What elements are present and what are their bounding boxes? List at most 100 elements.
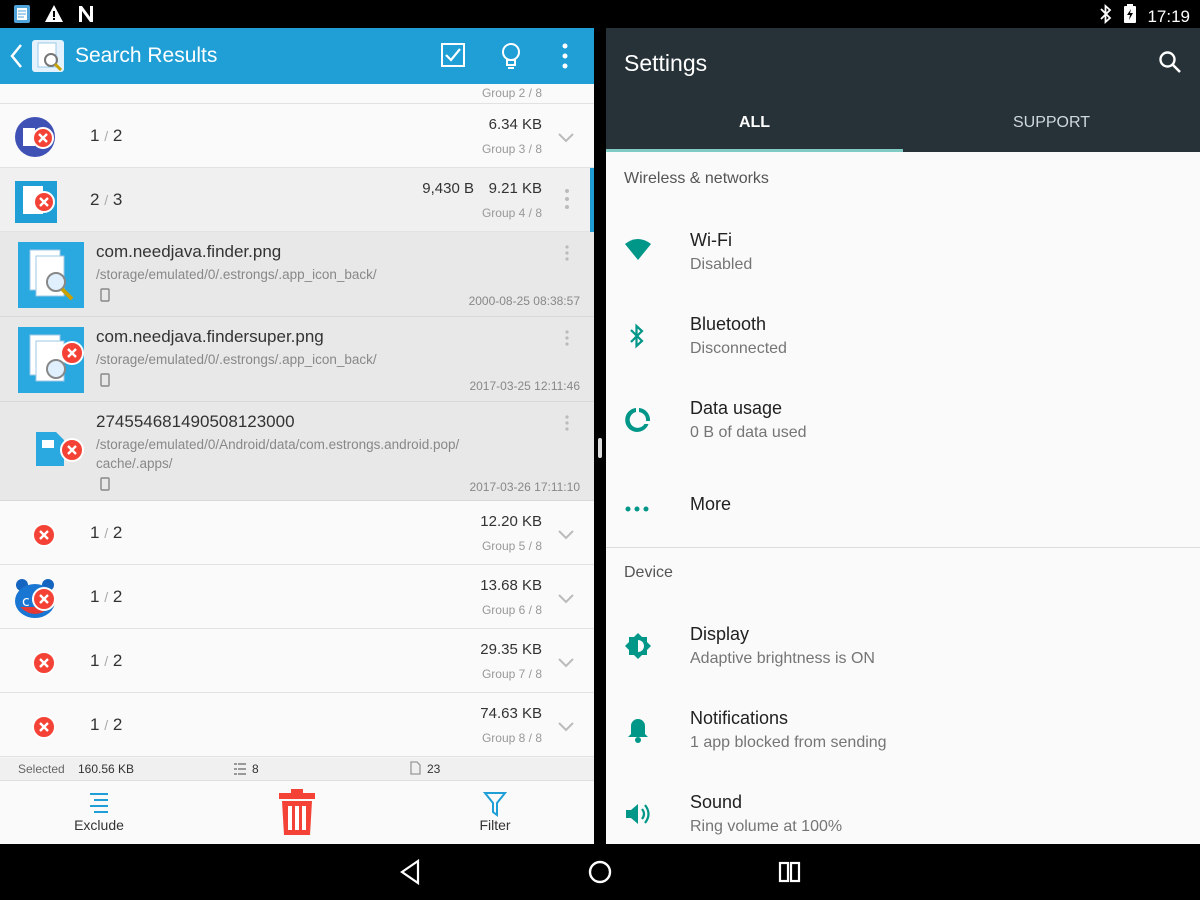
lightbulb-icon[interactable]: [498, 42, 524, 75]
bottom-toolbar: Exclude Filter: [0, 780, 594, 844]
chevron-down-icon[interactable]: [558, 655, 574, 673]
battery-icon: [1123, 4, 1137, 29]
back-arrow-icon[interactable]: [8, 42, 26, 75]
section-header-wireless: Wireless & networks: [624, 170, 769, 187]
warning-icon: [44, 4, 64, 29]
settings-item-data-usage[interactable]: Data usage 0 B of data used: [606, 378, 1200, 462]
tab-all[interactable]: ALL: [606, 114, 903, 132]
app-icon: [14, 116, 56, 158]
filter-icon: [470, 785, 520, 817]
item-title: Wi-Fi: [690, 230, 732, 250]
more-vert-icon[interactable]: [564, 329, 570, 352]
phone-storage-icon: [100, 373, 110, 392]
error-icon: [14, 513, 56, 555]
chevron-down-icon[interactable]: [558, 591, 574, 609]
search-icon[interactable]: [1158, 50, 1182, 79]
group-count: 2 / 3: [90, 190, 123, 209]
group-row[interactable]: c 1 / 2 13.68 KB Group 6 / 8: [0, 565, 594, 629]
settings-item-display[interactable]: Display Adaptive brightness is ON: [606, 604, 1200, 688]
more-vert-icon[interactable]: [564, 244, 570, 267]
exclude-icon: [68, 785, 130, 817]
settings-item-notifications[interactable]: Notifications 1 app blocked from sending: [606, 688, 1200, 772]
group-row-expanded[interactable]: 2 / 3 9,430 B 9.21 KB Group 4 / 8: [0, 168, 594, 232]
group-label: Group 2 / 8: [481, 86, 542, 100]
item-subtitle: 1 app blocked from sending: [690, 734, 887, 751]
select-all-icon[interactable]: [440, 42, 466, 73]
error-icon: [14, 641, 56, 683]
clock-time: 17:19: [1147, 6, 1190, 26]
phone-storage-icon: [100, 477, 110, 496]
file-item[interactable]: 274554681490508123000 /storage/emulated/…: [0, 402, 594, 501]
recents-icon[interactable]: [778, 858, 802, 891]
file-path: /storage/emulated/0/.estrongs/.app_icon_…: [96, 267, 377, 282]
file-item[interactable]: com.needjava.findersuper.png /storage/em…: [0, 317, 594, 402]
bluetooth-icon: [628, 322, 646, 355]
item-subtitle: Adaptive brightness is ON: [690, 650, 875, 667]
divider-handle[interactable]: [598, 438, 602, 458]
file-date: 2000-08-25 08:38:57: [468, 294, 580, 308]
display-icon: [624, 632, 652, 665]
tab-support[interactable]: SUPPORT: [903, 114, 1200, 132]
exclude-label: Exclude: [74, 817, 124, 833]
delete-button[interactable]: [276, 785, 318, 840]
phone-storage-icon: [100, 288, 110, 307]
settings-item-sound[interactable]: Sound Ring volume at 100%: [606, 772, 1200, 844]
more-vert-icon[interactable]: [560, 42, 570, 75]
trash-icon: [277, 789, 317, 840]
item-title: More: [690, 494, 732, 514]
page-title: Search Results: [75, 44, 218, 67]
group-size: 9.21 KB: [488, 180, 542, 197]
group-count: 1 / 2: [90, 587, 123, 606]
svg-text:c: c: [22, 594, 30, 610]
file-item[interactable]: com.needjava.finder.png /storage/emulate…: [0, 232, 594, 317]
file-name: com.needjava.findersuper.png: [96, 327, 324, 346]
file-icon: [14, 84, 56, 96]
group-bytes: 9,430 B: [422, 180, 474, 197]
settings-item-bluetooth[interactable]: Bluetooth Disconnected: [606, 294, 1200, 378]
group-row[interactable]: 1 / 2 29.35 KB Group 7 / 8: [0, 629, 594, 693]
n-icon: [76, 4, 96, 29]
group-row[interactable]: Group 2 / 8: [0, 84, 594, 104]
file-date: 2017-03-26 17:11:10: [469, 480, 580, 494]
group-count: 1 / 2: [90, 651, 123, 670]
file-name: com.needjava.finder.png: [96, 242, 282, 261]
filter-button[interactable]: Filter: [470, 785, 520, 833]
group-count: 1 / 2: [90, 126, 123, 145]
results-list: Group 2 / 8 1 / 2 6.34 KB Group 3 / 8 2 …: [0, 84, 594, 764]
group-count: 1 / 2: [90, 523, 123, 542]
settings-item-more[interactable]: More: [606, 462, 1200, 546]
group-row[interactable]: 1 / 2 6.34 KB Group 3 / 8: [0, 104, 594, 168]
chevron-down-icon[interactable]: [558, 719, 574, 737]
group-label: Group 3 / 8: [481, 142, 542, 156]
document-file-icon: [34, 430, 86, 475]
navigation-bar: [0, 844, 1200, 900]
group-label: Group 4 / 8: [481, 206, 542, 220]
selected-size: 160.56 KB: [78, 762, 135, 776]
volume-icon: [624, 802, 652, 831]
group-label: Group 7 / 8: [481, 667, 542, 681]
item-title: Display: [690, 624, 750, 644]
bell-icon: [626, 716, 650, 749]
settings-item-wifi[interactable]: Wi-Fi Disabled: [606, 210, 1200, 294]
more-vert-icon[interactable]: [564, 188, 570, 215]
data-usage-icon: [624, 406, 652, 439]
group-size: 12.20 KB: [480, 513, 542, 530]
group-label: Group 5 / 8: [481, 539, 542, 553]
chevron-down-icon[interactable]: [558, 130, 574, 148]
more-vert-icon[interactable]: [564, 414, 570, 437]
exclude-button[interactable]: Exclude: [68, 785, 130, 833]
section-header-device: Device: [624, 564, 673, 581]
split-screen-divider[interactable]: [594, 28, 606, 844]
group-size: 6.34 KB: [488, 116, 542, 133]
wifi-icon: [624, 238, 652, 267]
group-size: 29.35 KB: [480, 641, 542, 658]
chevron-down-icon[interactable]: [558, 527, 574, 545]
app-icon: c: [14, 577, 56, 619]
file-count-icon: [410, 761, 421, 778]
files-count: 23: [427, 762, 441, 776]
group-row[interactable]: 1 / 2 74.63 KB Group 8 / 8: [0, 693, 594, 757]
back-icon[interactable]: [398, 858, 422, 891]
home-icon[interactable]: [587, 858, 613, 891]
group-row[interactable]: 1 / 2 12.20 KB Group 5 / 8: [0, 501, 594, 565]
image-file-icon: [18, 327, 86, 398]
